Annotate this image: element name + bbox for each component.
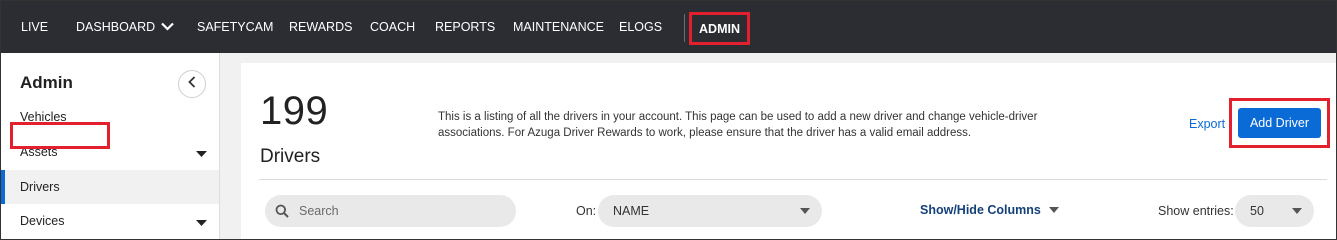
nav-coach-label: COACH (370, 20, 416, 34)
caret-down-icon (196, 147, 207, 161)
search-box[interactable] (265, 195, 516, 227)
search-field-select[interactable]: NAME (598, 195, 822, 227)
nav-reports-label: REPORTS (435, 20, 496, 34)
search-input[interactable] (297, 203, 501, 219)
nav-rewards[interactable]: REWARDS (289, 1, 352, 53)
entries-value: 50 (1250, 204, 1264, 218)
app-frame: LIVE DASHBOARD SAFETYCAM REWARDS COACH R… (0, 0, 1337, 240)
nav-admin-label: ADMIN (699, 21, 740, 36)
nav-live[interactable]: LIVE (21, 1, 48, 53)
show-hide-columns-label: Show/Hide Columns (920, 203, 1041, 217)
dropdown-arrow-icon (1048, 207, 1059, 213)
search-on-label: On: (576, 204, 597, 218)
collapse-sidebar-button[interactable] (178, 70, 206, 98)
sidebar-title: Admin (20, 73, 73, 92)
chevron-left-icon (188, 75, 196, 93)
show-entries-label: Show entries: (1158, 204, 1234, 218)
nav-maintenance[interactable]: MAINTENANCE (513, 1, 604, 53)
top-navigation: LIVE DASHBOARD SAFETYCAM REWARDS COACH R… (1, 1, 1336, 53)
header-divider (259, 179, 1327, 180)
add-driver-button[interactable]: Add Driver (1238, 108, 1321, 138)
drivers-highlight-box (10, 122, 110, 149)
nav-safetycam-label: SAFETYCAM (197, 20, 274, 34)
search-field-value: NAME (613, 204, 650, 218)
page-description: This is a listing of all the drivers in … (438, 111, 1038, 139)
dropdown-arrow-icon (1292, 208, 1302, 214)
nav-admin[interactable]: ADMIN (689, 12, 750, 45)
nav-dashboard[interactable]: DASHBOARD (76, 1, 174, 53)
nav-elogs-label: ELOGS (619, 20, 663, 34)
caret-down-icon (196, 216, 207, 230)
nav-coach[interactable]: COACH (370, 1, 415, 53)
nav-maintenance-label: MAINTENANCE (513, 20, 604, 34)
nav-live-label: LIVE (21, 20, 49, 34)
nav-divider (684, 14, 685, 42)
sidebar-item-devices[interactable]: Devices (1, 204, 219, 238)
nav-rewards-label: REWARDS (289, 20, 353, 34)
driver-count-label: Drivers (260, 146, 321, 167)
nav-reports[interactable]: REPORTS (435, 1, 495, 53)
sidebar-item-label: Drivers (20, 180, 60, 194)
driver-count: 199 (260, 89, 329, 133)
entries-select[interactable]: 50 (1235, 195, 1314, 227)
active-indicator (1, 170, 5, 204)
chevron-down-icon (161, 20, 174, 34)
nav-elogs[interactable]: ELOGS (619, 1, 662, 53)
show-hide-columns-button[interactable]: Show/Hide Columns (920, 203, 1059, 217)
nav-dashboard-label: DASHBOARD (76, 20, 156, 34)
sidebar-item-drivers[interactable]: Drivers (1, 170, 219, 204)
search-icon (275, 204, 289, 218)
export-link[interactable]: Export (1189, 117, 1225, 131)
sidebar-item-label: Devices (20, 214, 65, 228)
nav-safetycam[interactable]: SAFETYCAM (197, 1, 273, 53)
dropdown-arrow-icon (800, 208, 810, 214)
